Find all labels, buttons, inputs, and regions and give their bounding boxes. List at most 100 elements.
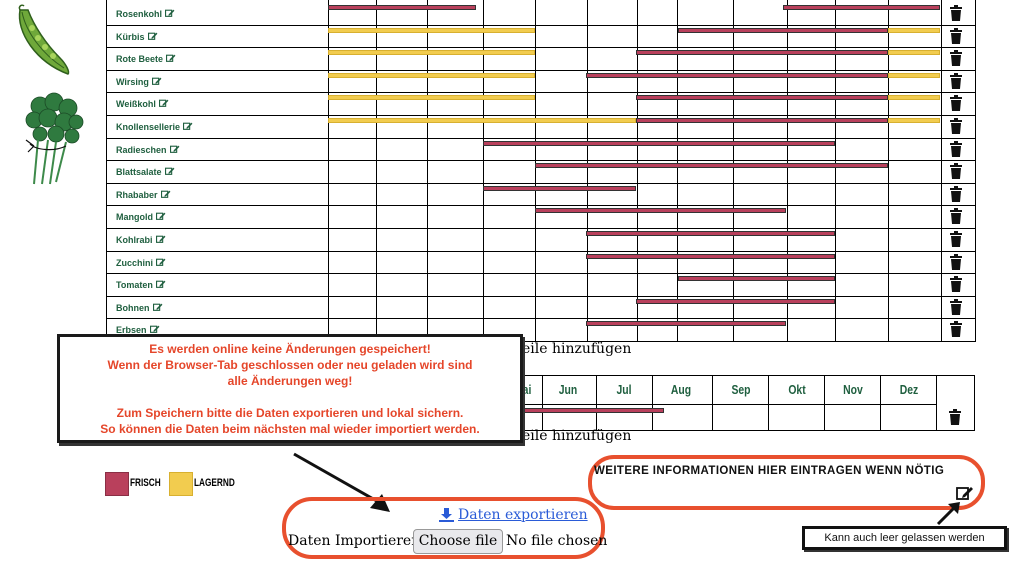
month-header: Dez [899,382,919,397]
export-data-link[interactable]: Daten exportieren [458,507,588,523]
edit-icon[interactable] [160,189,171,199]
stored-bar[interactable] [328,72,535,78]
edit-icon[interactable] [147,31,158,41]
grid-line [824,376,825,430]
choose-file-button[interactable]: Choose file [413,529,503,554]
download-icon[interactable] [439,508,454,522]
trash-icon[interactable] [948,208,964,225]
trash-icon[interactable] [948,118,964,134]
vegetable-name-text: Rote Beete [116,54,164,65]
warning-line: Wenn der Browser-Tab geschlossen oder ne… [107,358,473,372]
fresh-bar[interactable] [636,118,888,123]
trash-icon[interactable] [948,72,964,89]
month-table: ai Jun Jul Aug Sep Okt Nov Dez [512,375,975,431]
table-row [107,273,975,297]
warning-line: alle Änderungen weg! [227,374,353,388]
edit-icon[interactable] [152,302,163,312]
fresh-bar[interactable] [636,95,888,101]
vegetable-name: Rote Beete [116,53,176,64]
edit-icon[interactable] [166,53,176,63]
legend-frisch-swatch [105,472,129,496]
edit-icon[interactable] [151,76,162,86]
vegetable-name-text: Radieschen [116,144,167,155]
month-header: Okt [788,382,806,397]
edit-icon[interactable] [155,234,166,244]
trash-icon[interactable] [948,321,964,338]
edit-icon[interactable] [156,211,166,221]
trash-icon[interactable] [948,231,964,247]
stored-bar[interactable] [328,95,535,101]
add-row-link[interactable]: eile hinzufügen [522,341,631,357]
stored-bar[interactable] [888,72,940,78]
edit-icon[interactable] [155,279,166,289]
vegetable-name-text: Bohnen [116,302,150,313]
vegetable-name: Radieschen [116,144,180,155]
edit-icon[interactable] [169,144,180,154]
vegetable-name-text: Zucchini [116,257,154,268]
trash-icon[interactable] [948,163,964,180]
warning-line: Zum Speichern bitte die Daten exportiere… [116,406,464,420]
month-header: Sep [731,382,751,397]
info-text-field[interactable]: WEITERE INFORMATIONEN HIER EINTRAGEN WEN… [594,465,944,477]
grid-line [512,404,936,405]
stored-bar[interactable] [888,118,940,123]
vegetable-name: Rosenkohl [116,8,175,19]
vegetable-name: Tomaten [116,279,166,290]
trash-icon[interactable] [948,253,964,270]
trash-icon[interactable] [948,50,964,67]
stored-bar[interactable] [888,50,940,56]
stored-bar[interactable] [328,50,535,56]
edit-icon[interactable] [165,8,175,18]
fresh-bar[interactable] [636,298,835,304]
vegetable-name: Wirsing [116,76,162,87]
table-row [107,228,975,252]
vegetable-name: Kürbis [116,31,158,42]
trash-icon[interactable] [948,5,964,21]
fresh-bar[interactable] [483,185,636,191]
fresh-bar[interactable] [586,231,835,236]
fresh-bar[interactable] [636,50,888,56]
legend-frisch-label: FRISCH [130,477,161,489]
vegetable-name: Rhababer [116,189,171,200]
fresh-bar[interactable] [535,163,888,169]
vegetable-name-text: Rosenkohl [116,9,163,19]
month-header: Jul [616,382,632,397]
edit-icon[interactable] [149,324,160,334]
fresh-bar[interactable] [535,208,786,214]
fresh-bar[interactable] [783,5,940,10]
trash-icon[interactable] [948,276,964,293]
fresh-bar[interactable] [512,408,664,413]
trash-icon[interactable] [948,27,964,44]
fresh-bar[interactable] [483,140,835,146]
import-data-label: Daten Importieren [288,533,421,549]
fresh-bar[interactable] [678,27,888,33]
vegetable-name: Blattsalate [116,166,175,177]
stored-bar[interactable] [328,27,535,33]
trash-icon[interactable] [948,185,964,202]
grid-line [652,376,653,430]
month-header: Jun [558,382,578,397]
fresh-bar[interactable] [586,72,888,78]
vegetable-name-text: Rhababer [116,189,158,200]
trash-icon[interactable] [948,298,964,315]
stored-bar[interactable] [888,95,940,101]
herb-bunch-icon [25,92,84,185]
edit-icon[interactable] [156,257,166,267]
vegetable-name: Zucchini [116,257,166,268]
stored-bar[interactable] [328,118,636,123]
fresh-bar[interactable] [586,321,786,327]
trash-icon[interactable] [947,409,963,425]
trash-icon[interactable] [948,140,964,157]
edit-icon[interactable] [183,121,193,131]
fresh-bar[interactable] [678,276,835,282]
fresh-bar[interactable] [328,5,476,10]
edit-icon[interactable] [164,166,175,176]
grid-line [596,376,597,430]
fresh-bar[interactable] [586,253,835,259]
edit-icon[interactable] [158,98,169,108]
vegetable-name: Mangold [116,211,166,222]
stored-bar[interactable] [888,27,940,33]
trash-icon[interactable] [948,95,964,112]
add-row-link[interactable]: eile hinzufügen [522,428,631,444]
grid-line [542,376,543,430]
